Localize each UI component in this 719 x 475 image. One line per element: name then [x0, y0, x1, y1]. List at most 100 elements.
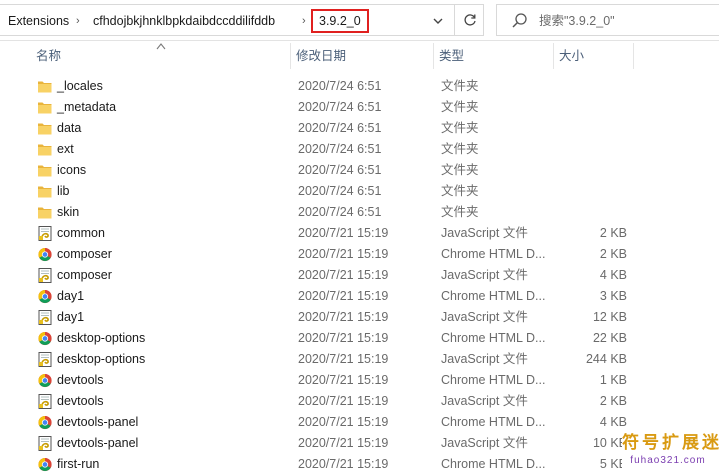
- file-date: 2020/7/24 6:51: [298, 100, 382, 114]
- breadcrumb-separator[interactable]: ›: [302, 11, 306, 31]
- file-type: Chrome HTML D...: [441, 331, 546, 345]
- watermark-url: fuhao321.com: [630, 455, 706, 466]
- file-size: 3 KB: [599, 289, 627, 303]
- file-size: 4 KB: [599, 268, 627, 282]
- file-row[interactable]: common 2020/7/21 15:19 JavaScript 文件 2 KB: [0, 223, 719, 244]
- chrome-html-icon: [37, 415, 53, 430]
- file-date: 2020/7/21 15:19: [298, 415, 389, 429]
- folder-icon: [37, 163, 53, 178]
- file-type: JavaScript 文件: [441, 436, 528, 450]
- file-name: desktop-options: [57, 331, 146, 345]
- file-row[interactable]: day1 2020/7/21 15:19 Chrome HTML D... 3 KB: [0, 286, 719, 307]
- chrome-html-icon: [37, 373, 53, 388]
- breadcrumb-item-current[interactable]: 3.9.2_0: [311, 9, 369, 33]
- file-date: 2020/7/24 6:51: [298, 205, 382, 219]
- breadcrumb[interactable]: Extensions › cfhdojbkjhnklbpkdaibdccddil…: [0, 4, 484, 36]
- watermark: 符号扩展迷 fuhao321.com: [622, 432, 719, 470]
- file-row[interactable]: icons 2020/7/24 6:51 文件夹: [0, 160, 719, 181]
- file-date: 2020/7/24 6:51: [298, 121, 382, 135]
- refresh-button[interactable]: [454, 5, 485, 35]
- file-date: 2020/7/21 15:19: [298, 247, 389, 261]
- file-name: day1: [57, 289, 85, 303]
- file-row[interactable]: _locales 2020/7/24 6:51 文件夹: [0, 76, 719, 97]
- js-file-icon: [37, 394, 53, 409]
- file-date: 2020/7/24 6:51: [298, 142, 382, 156]
- file-date: 2020/7/21 15:19: [298, 268, 389, 282]
- file-name: desktop-options: [57, 352, 146, 366]
- file-row[interactable]: first-run 2020/7/21 15:19 Chrome HTML D...…: [0, 454, 719, 475]
- file-name: first-run: [57, 457, 100, 471]
- file-type: 文件夹: [441, 100, 479, 114]
- file-name: composer: [57, 268, 112, 282]
- file-row[interactable]: lib 2020/7/24 6:51 文件夹: [0, 181, 719, 202]
- file-date: 2020/7/24 6:51: [298, 163, 382, 177]
- file-type: Chrome HTML D...: [441, 415, 546, 429]
- file-size: 4 KB: [599, 415, 627, 429]
- file-name: lib: [57, 184, 70, 198]
- column-headers: 名称 修改日期 类型 大小: [0, 41, 719, 71]
- breadcrumb-separator[interactable]: ›: [76, 11, 80, 31]
- file-name: devtools-panel: [57, 415, 139, 429]
- js-file-icon: [37, 436, 53, 451]
- file-name: data: [57, 121, 82, 135]
- file-row[interactable]: devtools 2020/7/21 15:19 JavaScript 文件 2 KB: [0, 391, 719, 412]
- file-row[interactable]: day1 2020/7/21 15:19 JavaScript 文件 12 KB: [0, 307, 719, 328]
- file-row[interactable]: composer 2020/7/21 15:19 Chrome HTML D... 2…: [0, 244, 719, 265]
- column-header-type[interactable]: 类型: [433, 41, 553, 71]
- file-row[interactable]: _metadata 2020/7/24 6:51 文件夹: [0, 97, 719, 118]
- file-row[interactable]: desktop-options 2020/7/21 15:19 Chrome HTM…: [0, 328, 719, 349]
- file-row[interactable]: composer 2020/7/21 15:19 JavaScript 文件 4 KB: [0, 265, 719, 286]
- file-type: Chrome HTML D...: [441, 289, 546, 303]
- file-type: Chrome HTML D...: [441, 373, 546, 387]
- file-date: 2020/7/21 15:19: [298, 289, 389, 303]
- file-row[interactable]: ext 2020/7/24 6:51 文件夹: [0, 139, 719, 160]
- file-name: composer: [57, 247, 112, 261]
- file-row[interactable]: skin 2020/7/24 6:51 文件夹: [0, 202, 719, 223]
- breadcrumb-item-extensions[interactable]: Extensions: [8, 11, 69, 31]
- file-type: Chrome HTML D...: [441, 247, 546, 261]
- file-type: JavaScript 文件: [441, 394, 528, 408]
- file-row[interactable]: devtools 2020/7/21 15:19 Chrome HTML D... 1…: [0, 370, 719, 391]
- column-header-date[interactable]: 修改日期: [290, 41, 433, 71]
- file-type: Chrome HTML D...: [441, 457, 546, 471]
- file-date: 2020/7/21 15:19: [298, 436, 389, 450]
- file-name: ext: [57, 142, 74, 156]
- file-name: common: [57, 226, 105, 240]
- file-size: 2 KB: [599, 394, 627, 408]
- file-type: 文件夹: [441, 142, 479, 156]
- file-name: devtools: [57, 373, 104, 387]
- folder-icon: [37, 100, 53, 115]
- folder-icon: [37, 79, 53, 94]
- file-type: 文件夹: [441, 79, 479, 93]
- column-header-size[interactable]: 大小: [553, 41, 633, 71]
- file-row[interactable]: data 2020/7/24 6:51 文件夹: [0, 118, 719, 139]
- file-size: 2 KB: [599, 226, 627, 240]
- chrome-html-icon: [37, 457, 53, 472]
- chrome-html-icon: [37, 331, 53, 346]
- column-divider[interactable]: [633, 43, 634, 69]
- search-box[interactable]: 搜索"3.9.2_0": [496, 4, 719, 36]
- file-date: 2020/7/21 15:19: [298, 394, 389, 408]
- file-type: JavaScript 文件: [441, 352, 528, 366]
- file-type: JavaScript 文件: [441, 268, 528, 282]
- file-date: 2020/7/21 15:19: [298, 373, 389, 387]
- folder-icon: [37, 184, 53, 199]
- breadcrumb-item-folder[interactable]: cfhdojbkjhnklbpkdaibdccddilifddb: [93, 11, 275, 31]
- file-type: 文件夹: [441, 205, 479, 219]
- refresh-icon: [464, 14, 476, 26]
- watermark-title: 符号扩展迷: [622, 433, 719, 452]
- column-header-name[interactable]: 名称: [30, 41, 290, 71]
- file-size: 1 KB: [599, 373, 627, 387]
- search-input[interactable]: 搜索"3.9.2_0": [539, 11, 615, 31]
- chevron-down-icon[interactable]: [428, 11, 448, 31]
- file-size: 22 KB: [592, 331, 627, 345]
- search-icon: [512, 13, 527, 28]
- file-row[interactable]: devtools-panel 2020/7/21 15:19 Chrome HTML…: [0, 412, 719, 433]
- file-type: JavaScript 文件: [441, 226, 528, 240]
- address-bar: Extensions › cfhdojbkjhnklbpkdaibdccddil…: [0, 0, 719, 41]
- js-file-icon: [37, 268, 53, 283]
- file-row[interactable]: devtools-panel 2020/7/21 15:19 JavaScript …: [0, 433, 719, 454]
- file-type: JavaScript 文件: [441, 310, 528, 324]
- file-name: devtools: [57, 394, 104, 408]
- file-row[interactable]: desktop-options 2020/7/21 15:19 JavaScript…: [0, 349, 719, 370]
